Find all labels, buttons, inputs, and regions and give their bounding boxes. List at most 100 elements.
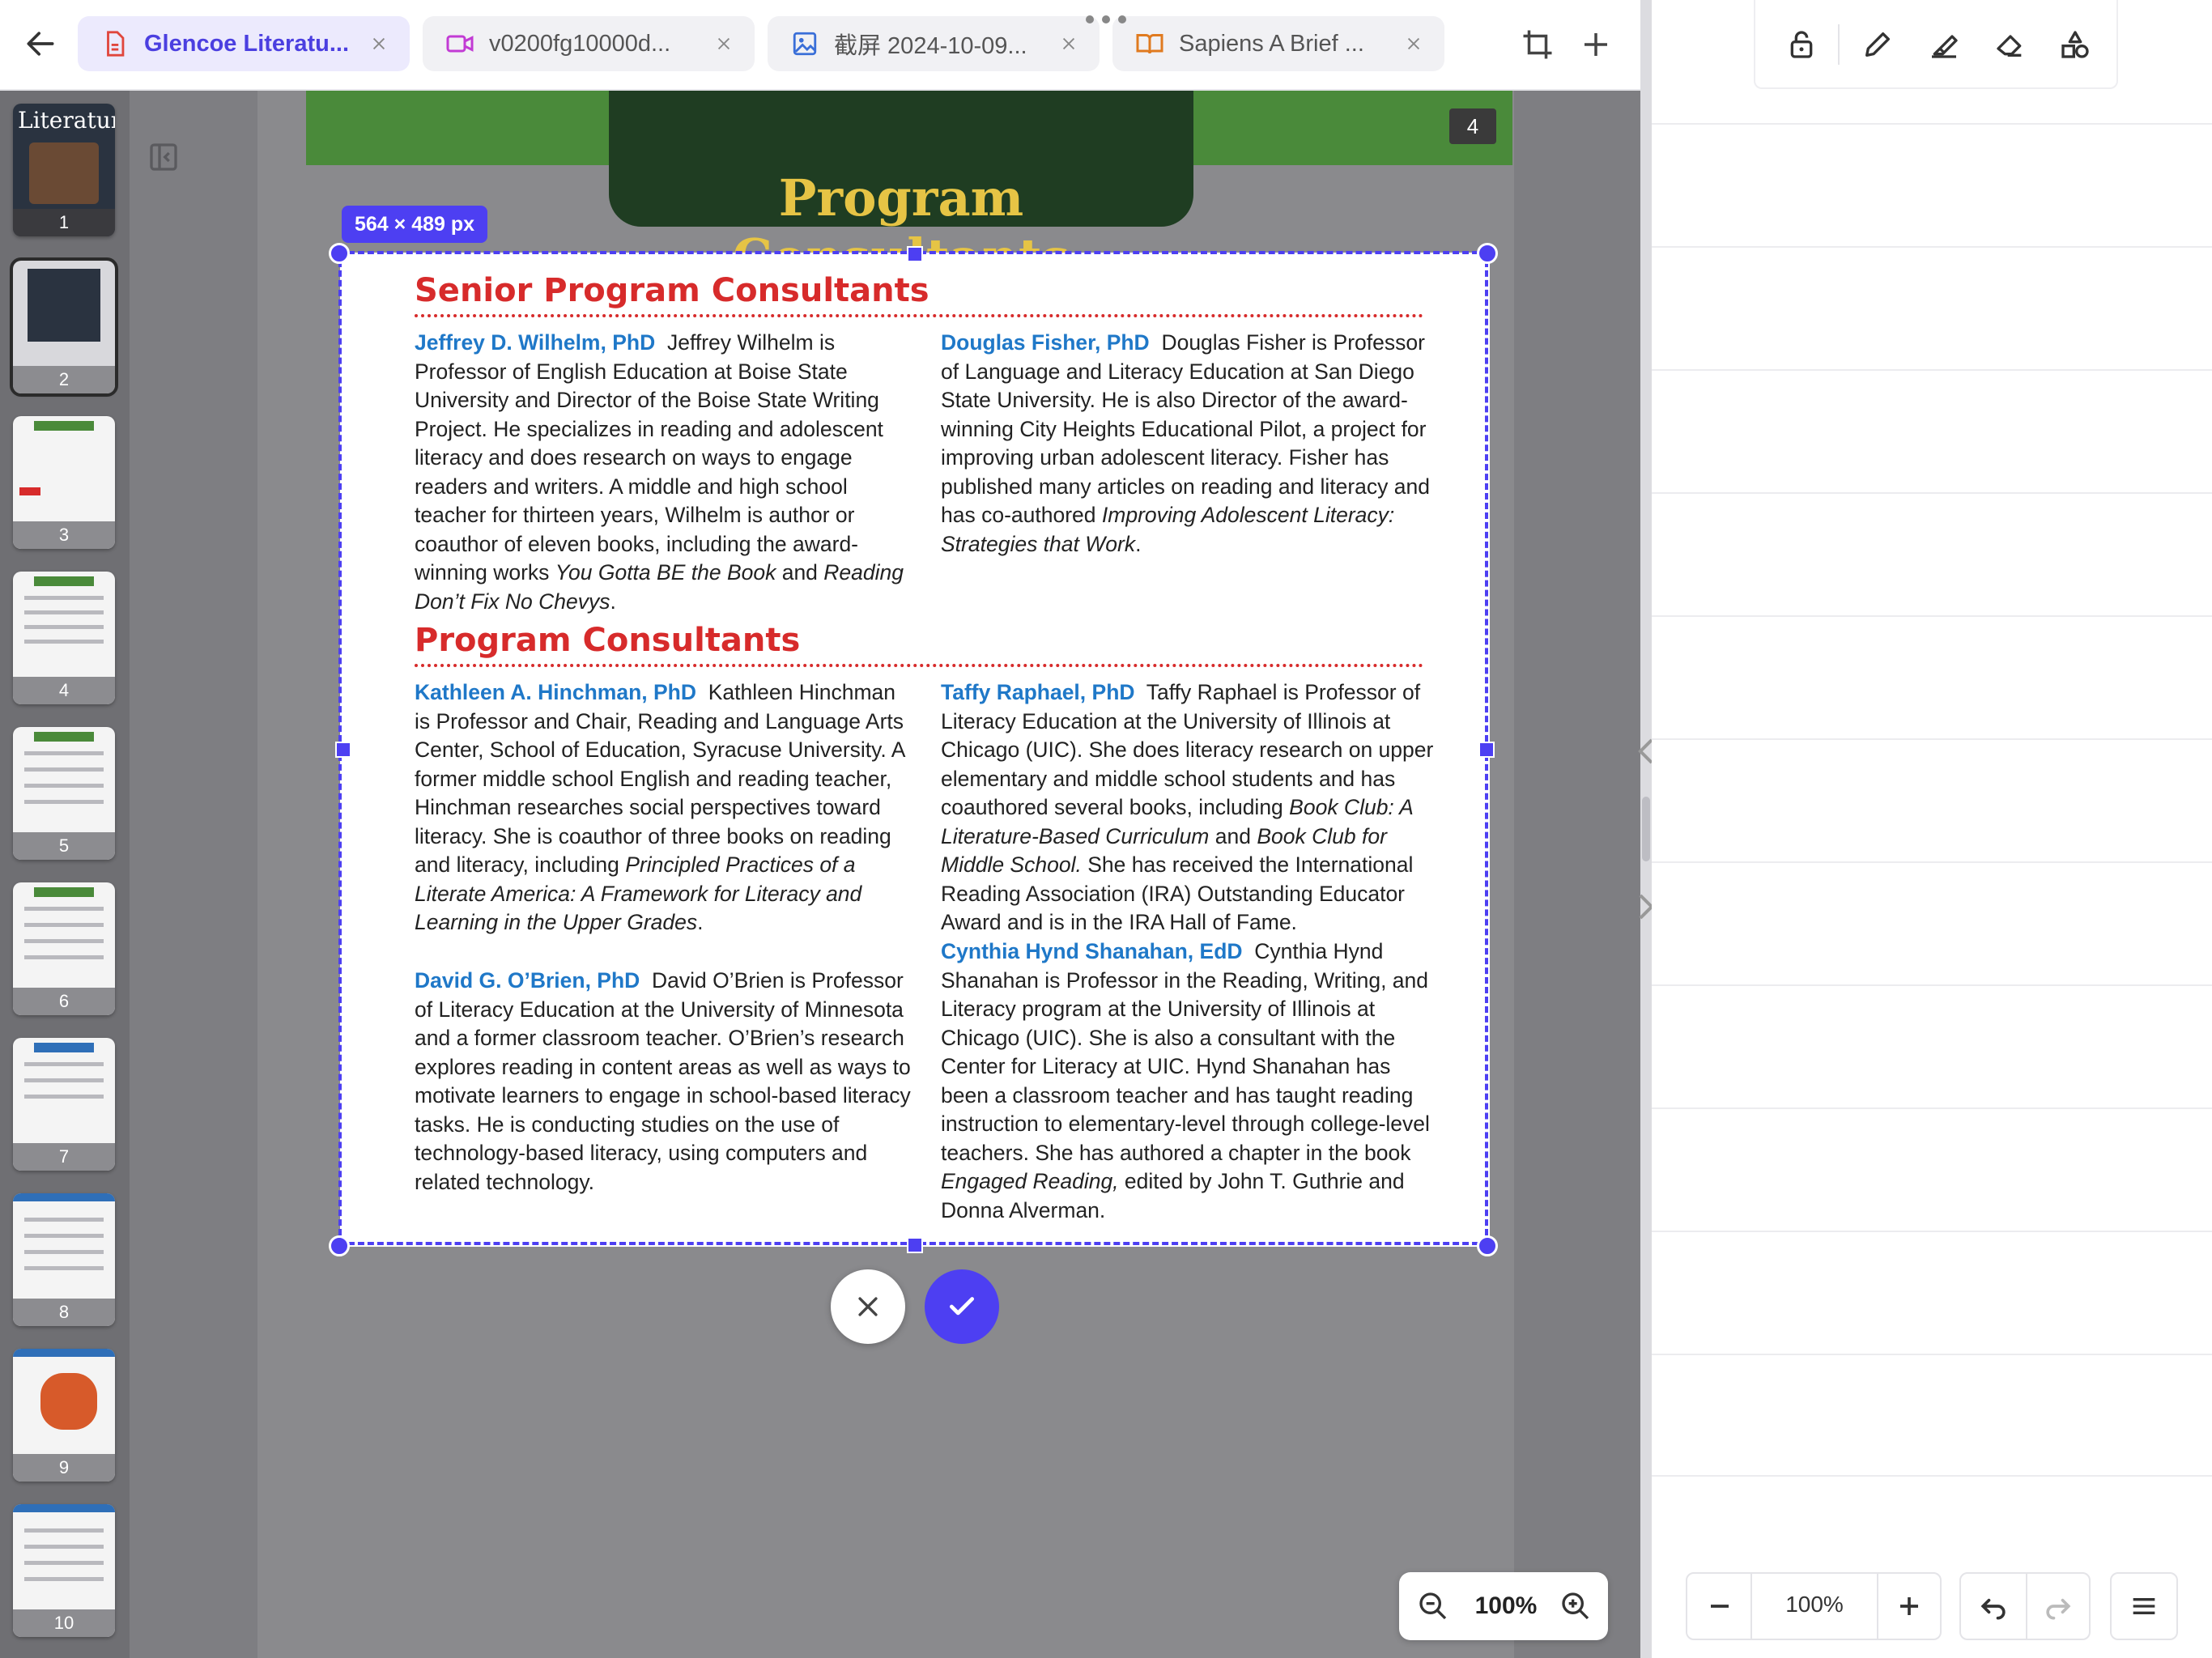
lock-icon[interactable] <box>1781 24 1822 65</box>
thumbnail-sidebar: Literature 1 2 3 4 5 6 <box>0 91 130 1658</box>
thumb-line <box>24 1545 104 1549</box>
page-thumbnail[interactable]: 9 <box>13 1349 115 1482</box>
resize-handle-left[interactable] <box>335 742 351 758</box>
page-thumbnail[interactable]: 3 <box>13 416 115 549</box>
thumb-line <box>24 1078 104 1082</box>
resize-handle-bottom-left[interactable] <box>329 1235 350 1256</box>
annotation-toolbar <box>1754 0 2118 89</box>
viewer-margin <box>130 91 257 1658</box>
confirm-crop-button[interactable] <box>925 1269 999 1344</box>
page-thumbnail[interactable]: 5 <box>13 727 115 860</box>
close-icon[interactable] <box>364 29 393 58</box>
tab-screenshot[interactable]: 截屏 2024-10-09... <box>768 16 1100 71</box>
thumb-illustration <box>40 1373 97 1430</box>
ruled-line <box>1652 738 2212 740</box>
thumb-line <box>24 784 104 788</box>
redo-icon[interactable] <box>2040 1588 2076 1624</box>
tab-sapiens[interactable]: Sapiens A Brief ... <box>1112 16 1444 71</box>
close-icon[interactable] <box>709 29 738 58</box>
thumb-line <box>24 640 104 644</box>
page-thumbnail[interactable]: 7 <box>13 1038 115 1171</box>
thumbnail-number: 2 <box>13 366 115 393</box>
tab-glencoe[interactable]: Glencoe Literatu... <box>78 16 410 71</box>
cancel-crop-button[interactable] <box>831 1269 905 1344</box>
thumbnail-cover-title: Literature <box>18 107 115 134</box>
pencil-icon[interactable] <box>1857 24 1898 65</box>
thumb-header <box>34 1043 94 1052</box>
zoom-control: 100% <box>1399 1572 1608 1640</box>
thumb-header <box>13 1504 115 1512</box>
tab-video[interactable]: v0200fg10000d... <box>423 16 755 71</box>
resize-handle-top[interactable] <box>907 246 923 262</box>
resize-handle-bottom[interactable] <box>907 1237 923 1253</box>
collapse-sidebar-icon[interactable] <box>147 141 180 173</box>
thumb-line <box>24 751 104 755</box>
page-thumbnail[interactable]: 8 <box>13 1193 115 1326</box>
thumb-line <box>24 955 104 959</box>
close-icon[interactable] <box>1054 29 1083 58</box>
separator <box>2026 1574 2027 1639</box>
resize-handle-right[interactable] <box>1478 742 1495 758</box>
thumbnail-number: 4 <box>13 677 115 704</box>
eraser-icon[interactable] <box>1990 24 2031 65</box>
undo-icon[interactable] <box>1976 1588 2011 1624</box>
thumbnail-cover <box>28 269 100 342</box>
book-icon <box>1134 28 1166 60</box>
thumb-header <box>34 887 94 897</box>
resize-handle-bottom-right[interactable] <box>1477 1235 1498 1256</box>
resize-handle-top-right[interactable] <box>1477 243 1498 264</box>
notes-panel[interactable] <box>1652 0 2212 1658</box>
close-icon[interactable] <box>1399 29 1428 58</box>
page-thumbnail[interactable]: Literature 1 <box>13 104 115 236</box>
check-icon <box>949 1297 975 1316</box>
resize-handle-top-left[interactable] <box>329 243 350 264</box>
page-thumbnail[interactable]: 4 <box>13 572 115 704</box>
thumb-line <box>24 1561 104 1565</box>
zoom-level: 100% <box>1474 1592 1538 1619</box>
ship-image <box>29 142 99 204</box>
viewer-margin <box>1514 91 1640 1658</box>
thumb-line <box>24 767 104 772</box>
zoom-out-button[interactable] <box>1702 1588 1738 1624</box>
tab-label: Sapiens A Brief ... <box>1179 30 1364 57</box>
ruled-line <box>1652 492 2212 494</box>
crop-selection[interactable] <box>338 251 1488 1245</box>
thumbnail-number: 6 <box>13 988 115 1015</box>
tab-label: Glencoe Literatu... <box>144 30 349 57</box>
ruled-line <box>1652 615 2212 617</box>
highlighter-icon[interactable] <box>1924 24 1964 65</box>
thumb-line <box>24 1528 104 1533</box>
crop-icon[interactable] <box>1521 28 1555 62</box>
pdf-icon <box>99 28 131 60</box>
history-control <box>1959 1572 2091 1640</box>
thumb-line <box>24 800 104 804</box>
page-thumbnail[interactable]: 10 <box>13 1504 115 1637</box>
thumb-line <box>24 923 104 927</box>
thumbnail-number: 7 <box>13 1143 115 1171</box>
zoom-in-icon[interactable] <box>1558 1588 1593 1624</box>
more-dots-icon[interactable] <box>1082 13 1130 26</box>
thumb-line <box>24 939 104 943</box>
ruled-line <box>1652 861 2212 863</box>
drag-handle[interactable] <box>1642 797 1650 861</box>
zoom-out-icon[interactable] <box>1415 1588 1451 1624</box>
page-thumbnail[interactable]: 2 <box>10 257 118 397</box>
thumb-header <box>34 576 94 586</box>
thumbnail-number: 8 <box>13 1299 115 1326</box>
ruled-line <box>1652 123 2212 125</box>
thumbnail-number: 3 <box>13 521 115 549</box>
thumb-header <box>34 732 94 742</box>
thumb-line <box>24 1234 104 1238</box>
back-arrow-icon[interactable] <box>23 26 58 62</box>
thumb-header <box>13 1193 115 1201</box>
thumb-mark <box>19 487 40 495</box>
tab-label: v0200fg10000d... <box>489 30 671 57</box>
thumb-line <box>24 625 104 629</box>
shapes-icon[interactable] <box>2055 24 2095 65</box>
menu-button[interactable] <box>2110 1572 2178 1640</box>
zoom-in-button[interactable] <box>1891 1588 1927 1624</box>
add-tab-icon[interactable] <box>1579 28 1613 62</box>
page-thumbnail[interactable]: 6 <box>13 882 115 1015</box>
thumb-header <box>13 1349 115 1357</box>
page-number-badge: 4 <box>1449 108 1496 144</box>
